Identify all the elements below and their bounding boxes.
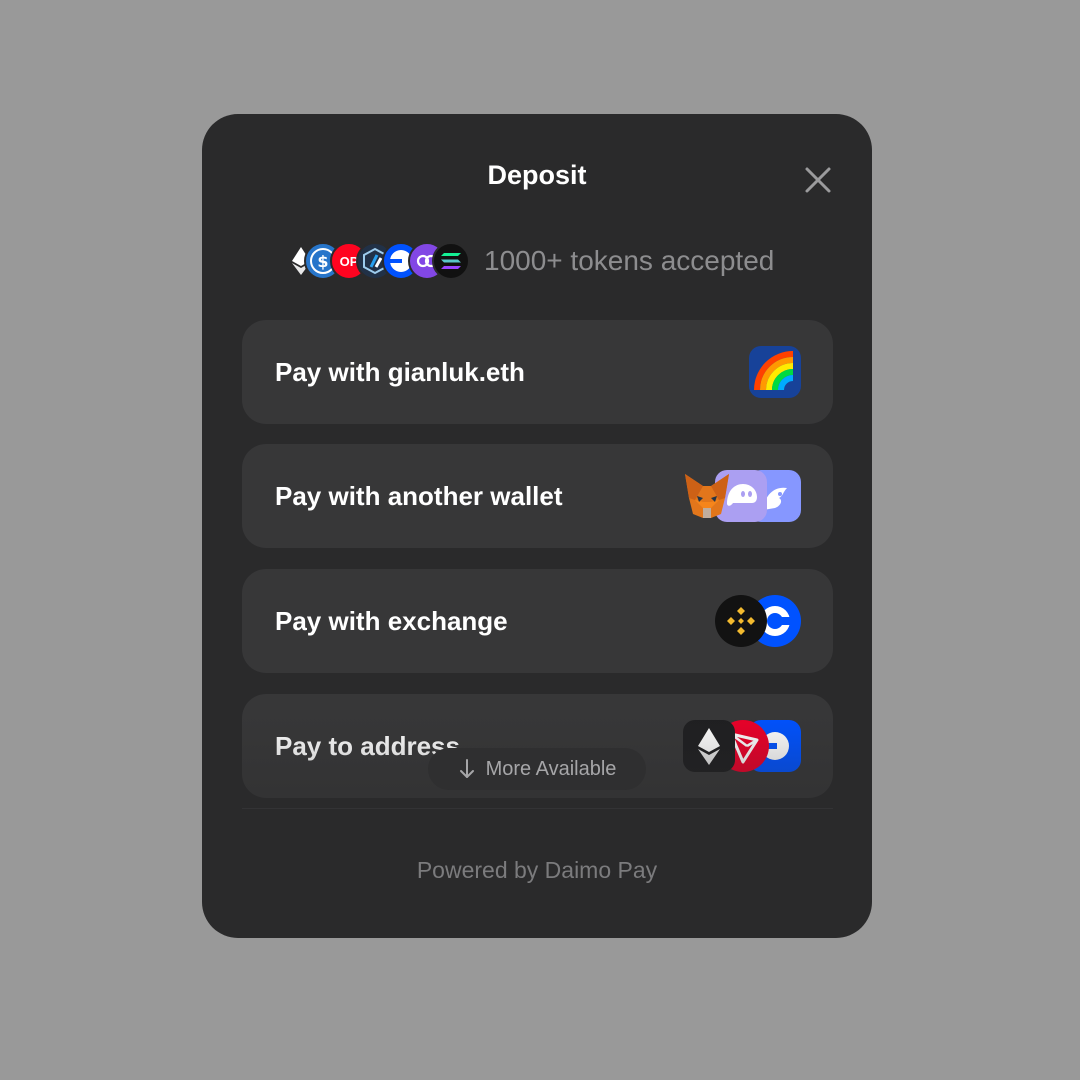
deposit-modal: Deposit $ OP 1000+ tokens accepted Pay w… xyxy=(202,114,872,938)
token-icon-stack: $ OP xyxy=(282,240,472,282)
svg-text:$: $ xyxy=(317,252,328,271)
option-label: Pay with another wallet xyxy=(275,481,563,511)
powered-by-text: Powered by Daimo Pay xyxy=(416,857,658,883)
option-icons xyxy=(749,346,801,398)
arrow-down-icon xyxy=(459,759,474,778)
tokens-accepted-row: $ OP 1000+ tokens accepted xyxy=(282,240,774,282)
close-icon[interactable] xyxy=(802,164,834,196)
tokens-accepted-text: 1000+ tokens accepted xyxy=(484,245,775,276)
more-available-label: More Available xyxy=(485,757,617,780)
option-label: Pay with exchange xyxy=(275,606,508,636)
ethereum-icon xyxy=(683,720,735,772)
option-icons xyxy=(681,470,801,522)
modal-title: Deposit xyxy=(487,160,587,190)
rainbow-wallet-icon xyxy=(749,346,801,398)
option-icons xyxy=(715,595,801,647)
metamask-icon xyxy=(681,470,733,522)
pay-with-connected-wallet-button[interactable]: Pay with gianluk.eth xyxy=(242,320,833,424)
pay-with-another-wallet-button[interactable]: Pay with another wallet xyxy=(242,444,833,548)
option-icons xyxy=(683,720,801,772)
divider xyxy=(242,808,833,809)
solana-icon xyxy=(432,242,470,280)
binance-icon xyxy=(715,595,767,647)
option-label: Pay with gianluk.eth xyxy=(275,357,525,387)
pay-with-exchange-button[interactable]: Pay with exchange xyxy=(242,569,833,673)
more-available-button[interactable]: More Available xyxy=(428,748,646,790)
